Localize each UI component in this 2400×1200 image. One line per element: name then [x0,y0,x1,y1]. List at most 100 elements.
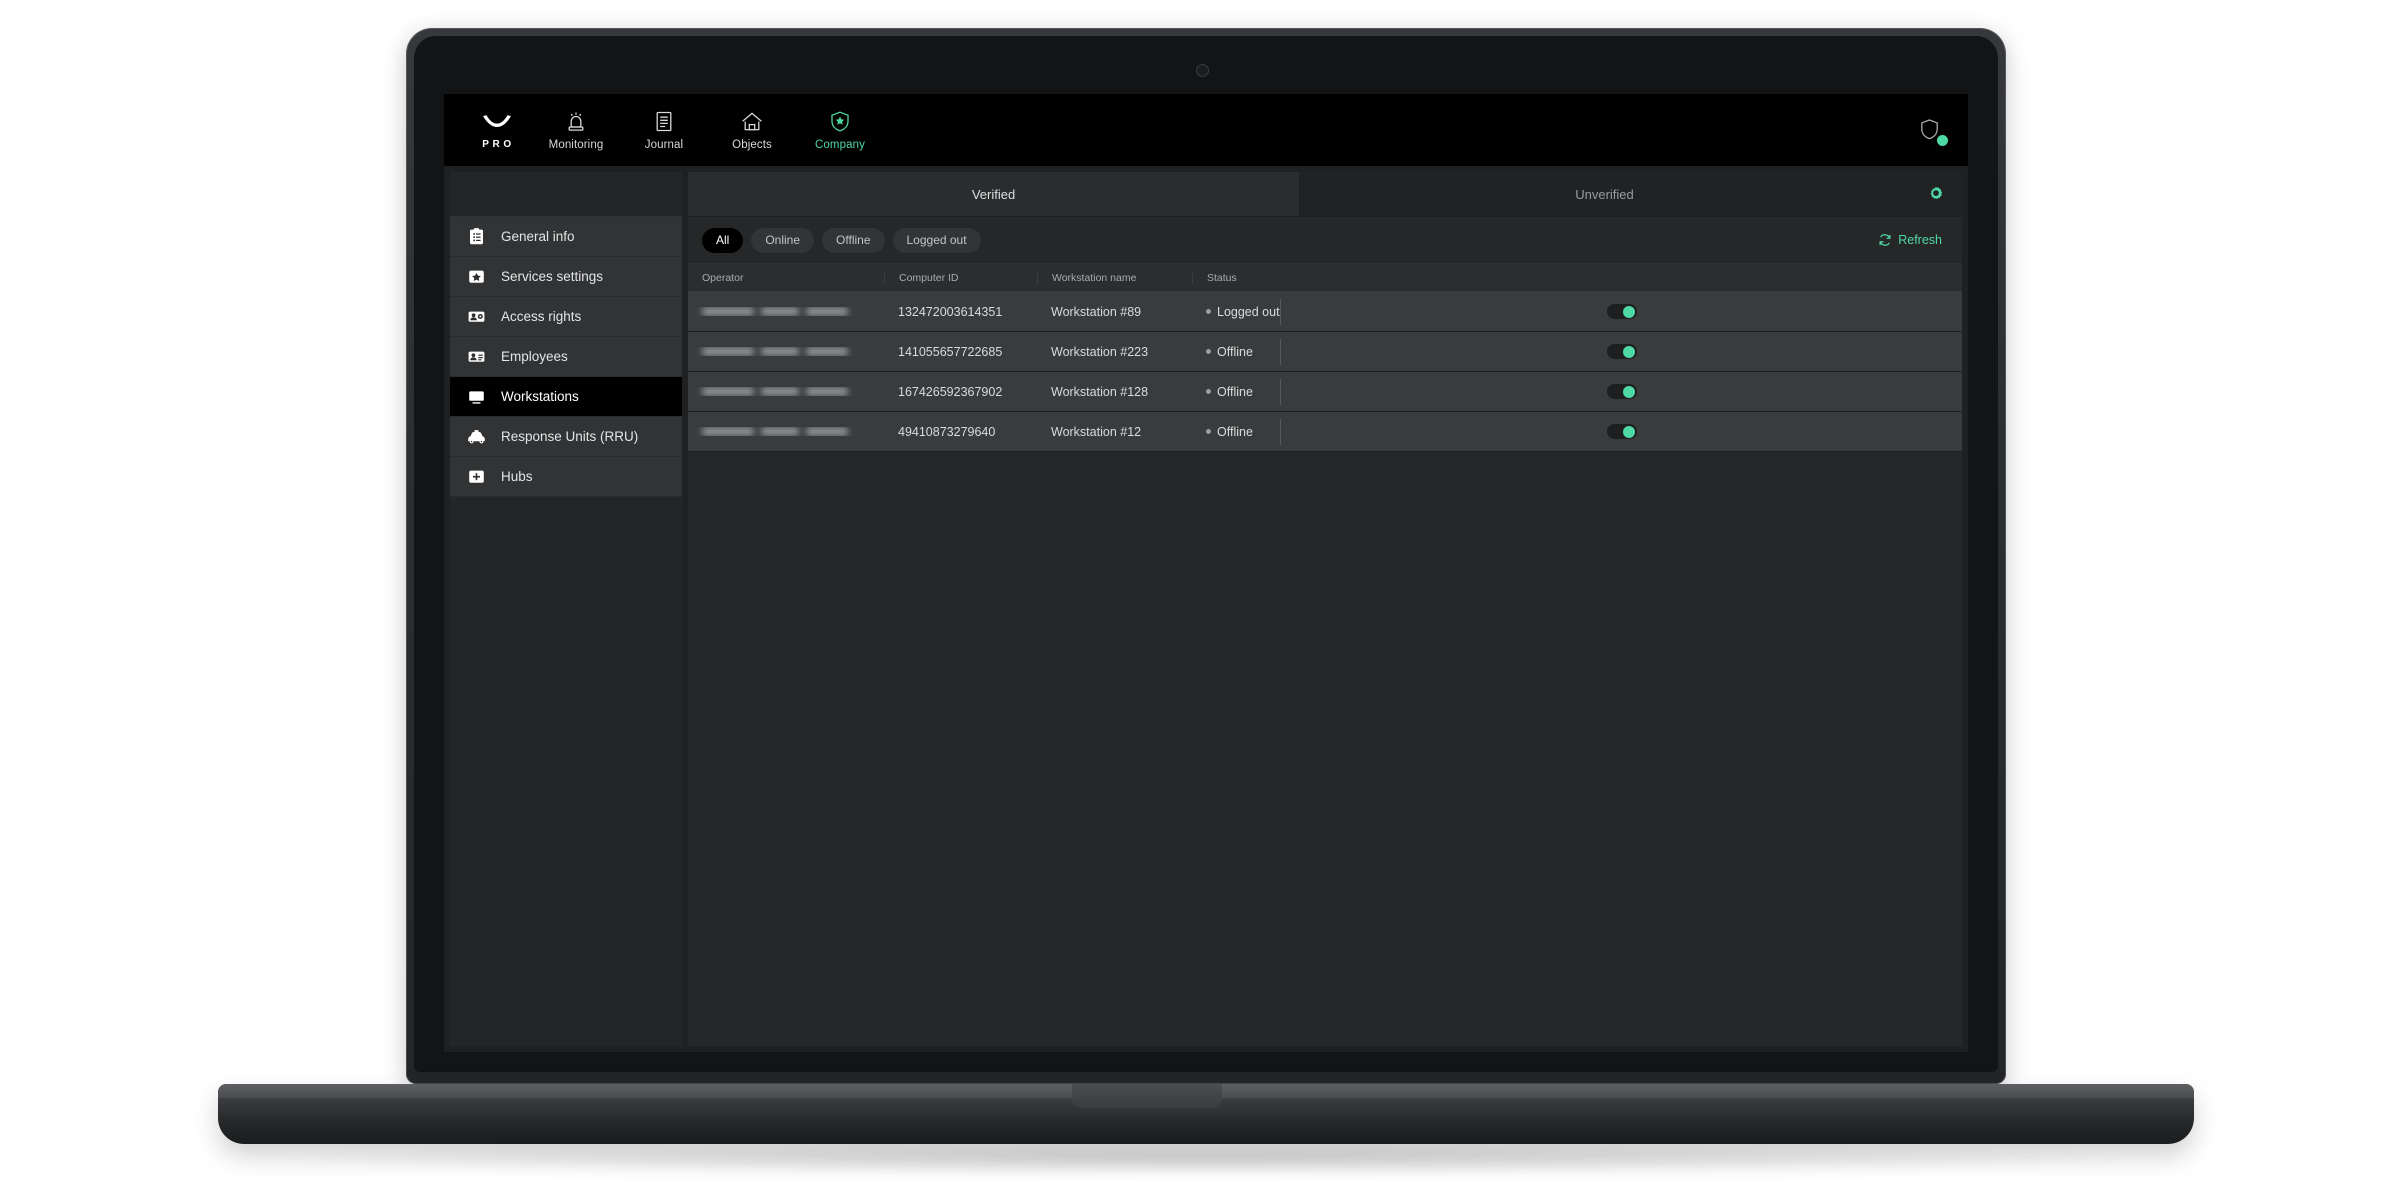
nav-item-brand[interactable]: PRO [462,94,532,166]
nav-label-monitoring: Monitoring [548,138,604,151]
cell-workstation-name: Workstation #12 [1051,424,1142,439]
cell-status: Offline [1192,385,1280,399]
sidebar-item-response-units[interactable]: Response Units (RRU) [450,417,682,457]
column-header-operator: Operator [702,271,744,284]
sidebar-label-access-rights: Access rights [501,309,582,324]
webcam-icon [1196,64,1209,77]
cell-toggle [1280,298,1962,325]
column-header-workstation: Workstation name [1037,271,1192,284]
shield-status-badge [1936,134,1949,147]
nav-label-company: Company [815,138,865,151]
tab-settings-button[interactable] [1910,172,1962,216]
column-header-status: Status [1192,271,1280,284]
row-enable-toggle[interactable] [1606,344,1637,359]
brand-label: PRO [482,139,515,150]
monitor-icon [466,386,487,407]
redacted-operator-name [702,347,884,356]
sidebar-label-response-units: Response Units (RRU) [501,429,639,444]
tab-unverified[interactable]: Unverified [1299,172,1910,216]
cell-workstation-name: Workstation #128 [1051,384,1149,399]
nav-label-objects: Objects [732,138,772,151]
table-row[interactable]: 132472003614351 Workstation #89 Logged o… [688,292,1962,332]
cell-toggle [1280,338,1962,365]
table-row[interactable]: 141055657722685 Workstation #223 Offline [688,332,1962,372]
sidebar-item-workstations[interactable]: Workstations [450,377,682,417]
house-icon [740,110,764,134]
tab-label-verified: Verified [971,186,1016,202]
refresh-label: Refresh [1898,233,1942,247]
sidebar-item-hubs[interactable]: Hubs [450,457,682,497]
nav-label-journal: Journal [644,138,684,151]
sidebar-label-hubs: Hubs [501,469,533,484]
sidebar-header-blank [450,172,682,217]
filter-chips: All Online Offline Logged out [702,227,981,253]
sidebar-item-employees[interactable]: Employees [450,337,682,377]
status-dot-icon [1206,429,1211,434]
filter-chip-label-all: All [716,233,730,247]
refresh-icon [1879,234,1891,246]
filter-chip-online[interactable]: Online [751,227,815,253]
status-dot-icon [1206,389,1211,394]
star-badge-icon [466,266,487,287]
redacted-operator-name [702,387,884,396]
refresh-button[interactable]: Refresh [1878,233,1946,247]
sidebar-label-employees: Employees [501,349,568,364]
redacted-operator-name [702,307,884,316]
car-icon [466,426,487,447]
filter-chip-label-offline: Offline [836,233,871,247]
row-enable-toggle[interactable] [1606,384,1637,399]
cell-operator [688,347,884,356]
tab-verified[interactable]: Verified [688,172,1299,216]
nav-item-company[interactable]: Company [796,94,884,166]
status-dot-icon [1206,349,1211,354]
main-panel: Verified Unverified All Online Offline L… [688,172,1962,1046]
cell-workstation-name: Workstation #223 [1051,344,1149,359]
cell-computer-id: 141055657722685 [898,344,1003,359]
top-navigation-bar: PRO Monitoring Journal Objects Company [444,94,1968,166]
column-header-computer-id: Computer ID [884,271,1037,284]
sidebar: General info Services settings Access ri… [450,172,682,1046]
row-enable-toggle[interactable] [1606,424,1637,439]
nav-item-monitoring[interactable]: Monitoring [532,94,620,166]
filter-chip-offline[interactable]: Offline [822,227,885,253]
siren-icon [565,110,587,134]
tab-bar: Verified Unverified [688,172,1962,217]
app-screen: PRO Monitoring Journal Objects Company G… [444,94,1968,1052]
nav-item-objects[interactable]: Objects [708,94,796,166]
cell-computer-id: 167426592367902 [898,384,1003,399]
status-label: Offline [1217,384,1253,399]
table-row[interactable]: 167426592367902 Workstation #128 Offline [688,372,1962,412]
laptop-shadow [280,1140,2130,1176]
table-row[interactable]: 49410873279640 Workstation #12 Offline [688,412,1962,452]
nav-item-journal[interactable]: Journal [620,94,708,166]
sidebar-item-general-info[interactable]: General info [450,217,682,257]
filter-chip-label-logged-out: Logged out [906,233,967,247]
shield-status-button[interactable] [1912,113,1949,147]
cell-status: Logged out [1192,305,1280,319]
document-icon [654,110,674,134]
sidebar-label-workstations: Workstations [501,389,579,404]
filter-chip-label-online: Online [765,233,801,247]
top-nav-items: PRO Monitoring Journal Objects Company [444,94,884,166]
cell-operator [688,307,884,316]
user-gear-card-icon [466,306,487,327]
sidebar-label-general-info: General info [501,229,575,244]
sidebar-item-access-rights[interactable]: Access rights [450,297,682,337]
table-header-row: Operator Computer ID Workstation name St… [688,264,1962,292]
filter-chip-logged-out[interactable]: Logged out [892,227,981,253]
chevron-brand-logo-icon [482,110,512,134]
filter-chip-all[interactable]: All [702,227,744,253]
status-dot-icon [1206,309,1211,314]
gear-icon [1930,186,1943,200]
id-card-icon [466,346,487,367]
workstations-table: Operator Computer ID Workstation name St… [688,264,1962,1046]
laptop-base-notch [1072,1084,1222,1108]
cell-operator [688,427,884,436]
cell-toggle [1280,378,1962,405]
row-enable-toggle[interactable] [1606,304,1637,319]
top-nav-right [1912,94,1952,166]
cell-workstation-name: Workstation #89 [1051,304,1142,319]
sidebar-item-services-settings[interactable]: Services settings [450,257,682,297]
cell-toggle [1280,418,1962,445]
clipboard-list-icon [466,226,487,247]
